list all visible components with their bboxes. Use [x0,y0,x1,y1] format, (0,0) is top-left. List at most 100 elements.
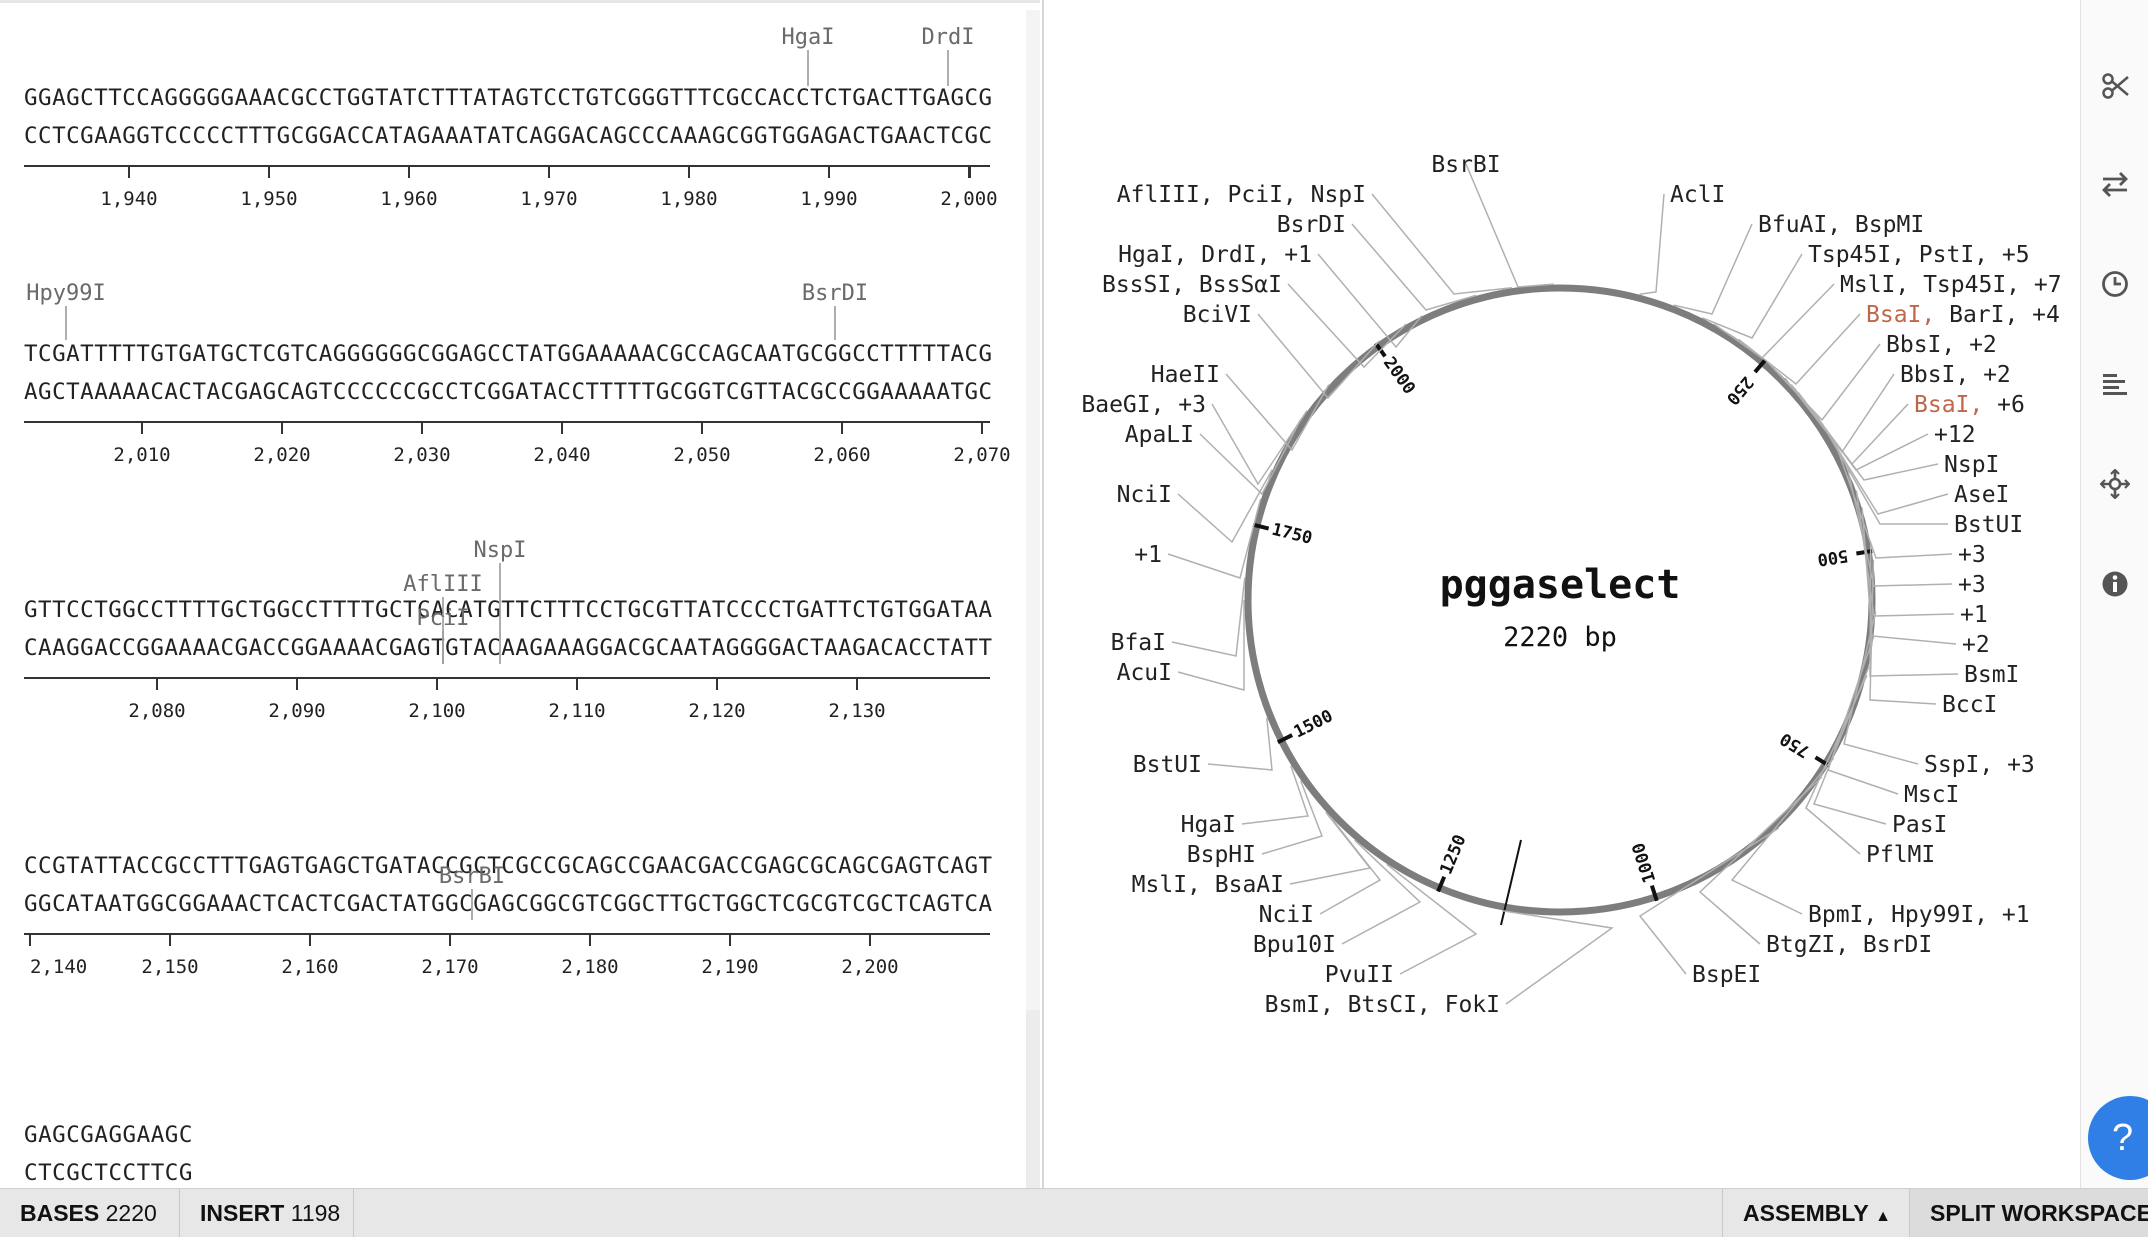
plasmid-cutsite-label[interactable]: BpmI, Hpy99I, +1 [1808,902,2030,928]
cutsite-label[interactable]: BsrBI [439,864,505,889]
plasmid-cutsite-label[interactable]: BsmI, BtsCI, FokI [1265,992,1500,1018]
plasmid-cutsite-label[interactable]: HaeII [1151,362,1220,388]
plasmid-cutsite-label[interactable]: BaeGI, +3 [1081,392,1206,418]
plasmid-cutsite-label[interactable]: BstUI [1133,752,1202,778]
info-icon[interactable] [2095,564,2135,604]
plasmid-cutsite-label[interactable]: BbsI, +2 [1886,332,1997,358]
plasmid-cutsite-label[interactable]: NciI [1117,482,1172,508]
top-strand[interactable]: CCGTATTACCGCCTTTGAGTGAGCTGATACCGCTCGCCGC… [24,853,993,879]
plasmid-cutsite-label[interactable]: Bpu10I [1253,932,1336,958]
cutsite-label[interactable]: AflIII [403,572,482,597]
bottom-strand[interactable]: CTCGCTCCTTCG [24,1160,192,1186]
sequence-row-2[interactable]: TCGATTTTTGTGATGCTCGTCAGGGGGGCGGAGCCTATGG… [24,281,1011,466]
cutsite-label[interactable]: BsrDI [802,281,868,306]
bases-value: 2220 [105,1200,157,1226]
highlighted-enzyme[interactable]: BsaI, [1914,392,1983,418]
plasmid-cutsite-label[interactable]: +1 [1960,602,1988,628]
plasmid-cutsite-label[interactable]: +2 [1962,632,1990,658]
bottom-strand[interactable]: CAAGGACCGGAAAACGACCGGAAAACGAGTGTACAAGAAA… [24,635,993,661]
axis-tick-label: 2,060 [813,444,870,466]
top-strand[interactable]: GTTCCTGGCCTTTTGCTGGCCTTTTGCTCACATGTTCTTT… [24,597,993,623]
ring-tick-label: 1250 [1436,832,1470,877]
insert-label: INSERT [200,1200,285,1226]
plasmid-cutsite-label[interactable]: PflMI [1866,842,1935,868]
axis-tick-label: 1,950 [240,188,297,210]
plasmid-cutsite-label[interactable]: BfuAI, BspMI [1758,212,1924,238]
plasmid-cutsite-label[interactable]: PvuII [1325,962,1394,988]
bases-count: BASES 2220 [0,1189,180,1237]
plasmid-cutsite-label[interactable]: BbsI, +2 [1900,362,2011,388]
plasmid-cutsite-label[interactable]: BssSI, BssSαI [1102,272,1282,298]
plasmid-cutsite-label[interactable]: +1 [1134,542,1162,568]
plasmid-cutsite-label[interactable]: BsrBI [1431,152,1500,178]
plasmid-cutsite-label[interactable]: NciI [1259,902,1314,928]
plasmid-cutsite-label[interactable]: ApaLI [1125,422,1194,448]
plasmid-cutsite-label[interactable]: BsaI, BarI, +4 [1866,302,2060,328]
sequence-row-1[interactable]: GGAGCTTCCAGGGGGAAACGCCTGGTATCTTTATAGTCCT… [24,25,998,210]
history-clock-icon[interactable] [2095,264,2135,304]
plasmid-cutsite-label[interactable]: BspEI [1692,962,1761,988]
axis-tick-label: 2,090 [268,700,325,722]
plasmid-cutsite-label[interactable]: BciVI [1183,302,1252,328]
plasmid-cutsite-label[interactable]: AcuI [1117,660,1172,686]
cutsite-label[interactable]: PciI [417,606,470,631]
axis-tick-label: 1,960 [380,188,437,210]
cutsite-leader-line [1713,283,1835,359]
cutsite-label[interactable]: Hpy99I [26,281,105,306]
assembly-menu-button[interactable]: ASSEMBLY ▲ [1722,1189,1910,1237]
plasmid-cutsite-label[interactable]: AseI [1954,482,2009,508]
plasmid-cutsite-label[interactable]: HgaI [1181,812,1236,838]
plasmid-map-viewer[interactable]: pggaselect 2220 bp 250 500 750 1000 1250 1500 17… [1044,0,2080,1188]
plasmid-map-svg[interactable]: pggaselect 2220 bp 250 500 750 1000 1250 1500 17… [1044,0,2080,1188]
plasmid-cutsite-label[interactable]: BccI [1942,692,1997,718]
highlighted-enzyme[interactable]: BsaI, [1866,302,1935,328]
move-crosshair-icon[interactable] [2095,464,2135,504]
axis-tick-label: 1,990 [800,188,857,210]
plasmid-cutsite-label[interactable]: AflIII, PciI, NspI [1117,182,1366,208]
plasmid-name: pggaselect [1440,562,1681,608]
cutsite-label[interactable]: DrdI [922,25,975,50]
top-strand[interactable]: TCGATTTTTGTGATGCTCGTCAGGGGGGCGGAGCCTATGG… [24,341,992,367]
plasmid-cutsite-label[interactable]: MslI, BsaAI [1132,872,1284,898]
bottom-strand[interactable]: AGCTAAAAACACTACGAGCAGTCCCCCCGCCTCGGATACC… [24,379,992,405]
bottom-strand[interactable]: CCTCGAAGGTCCCCCTTTGCGGACCATAGAAATATCAGGA… [24,123,992,149]
plasmid-cutsite-label[interactable]: BspHI [1187,842,1256,868]
sequence-scrollbar[interactable] [1026,10,1040,1188]
axis-tick-label: 2,160 [281,956,338,978]
plasmid-cutsite-label[interactable]: +3 [1958,572,1986,598]
bottom-strand[interactable]: GGCATAATGGCGGAAACTCACTCGACTATGGCGAGCGGCG… [24,891,993,917]
plasmid-cutsite-label[interactable]: SspI, +3 [1924,752,2035,778]
plasmid-cutsite-label[interactable]: AclI [1670,182,1725,208]
scissors-icon[interactable] [2095,66,2135,106]
plasmid-cutsite-label[interactable]: NspI [1944,452,1999,478]
swap-arrows-icon[interactable] [2095,164,2135,204]
plasmid-cutsite-label[interactable]: BstUI [1954,512,2023,538]
cutsite-label[interactable]: NspI [474,538,527,563]
plasmid-cutsite-label[interactable]: +3 [1958,542,1986,568]
plasmid-cutsite-label[interactable]: BsrDI [1277,212,1346,238]
plasmid-cutsite-label[interactable]: +12 [1934,422,1976,448]
sequence-row-4[interactable]: CCGTATTACCGCCTTTGAGTGAGCTGATACCGCTCGCCGC… [24,853,993,978]
top-strand[interactable]: GAGCGAGGAAGC [24,1122,192,1148]
plasmid-cutsite-label[interactable]: MslI, Tsp45I, +7 [1840,272,2062,298]
scrollbar-thumb[interactable] [1026,10,1040,1010]
plasmid-cutsite-label[interactable]: BsmI [1964,662,2019,688]
chevron-up-icon: ▲ [1875,1208,1891,1225]
align-lines-icon[interactable] [2095,364,2135,404]
top-strand[interactable]: GGAGCTTCCAGGGGGAAACGCCTGGTATCTTTATAGTCCT… [24,85,992,111]
insert-count: INSERT 1198 [180,1189,354,1237]
plasmid-cutsite-label[interactable]: PasI [1892,812,1947,838]
plasmid-cutsite-label[interactable]: BsaI, +6 [1914,392,2025,418]
plasmid-cutsite-label[interactable]: Tsp45I, PstI, +5 [1808,242,2030,268]
sequence-row-3[interactable]: GTTCCTGGCCTTTTGCTGGCCTTTTGCTCACATGTTCTTT… [24,538,993,722]
plasmid-cutsite-label[interactable]: HgaI, DrdI, +1 [1118,242,1312,268]
cutsite-label[interactable]: HgaI [782,25,835,50]
plasmid-cutsite-label[interactable]: BfaI [1111,630,1166,656]
plasmid-cutsite-label[interactable]: MscI [1904,782,1959,808]
sequence-row-5[interactable]: GAGCGAGGAAGC CTCGCTCCTTCG [24,1122,192,1186]
sequence-viewer[interactable]: GGAGCTTCCAGGGGGAAACGCCTGGTATCTTTATAGTCCT… [0,0,1040,1188]
ring-tick-label: 750 [1777,728,1814,761]
split-workspace-button[interactable]: SPLIT WORKSPACE [1910,1189,2148,1237]
sequence-svg[interactable]: GGAGCTTCCAGGGGGAAACGCCTGGTATCTTTATAGTCCT… [0,0,1024,1188]
plasmid-cutsite-label[interactable]: BtgZI, BsrDI [1766,932,1932,958]
